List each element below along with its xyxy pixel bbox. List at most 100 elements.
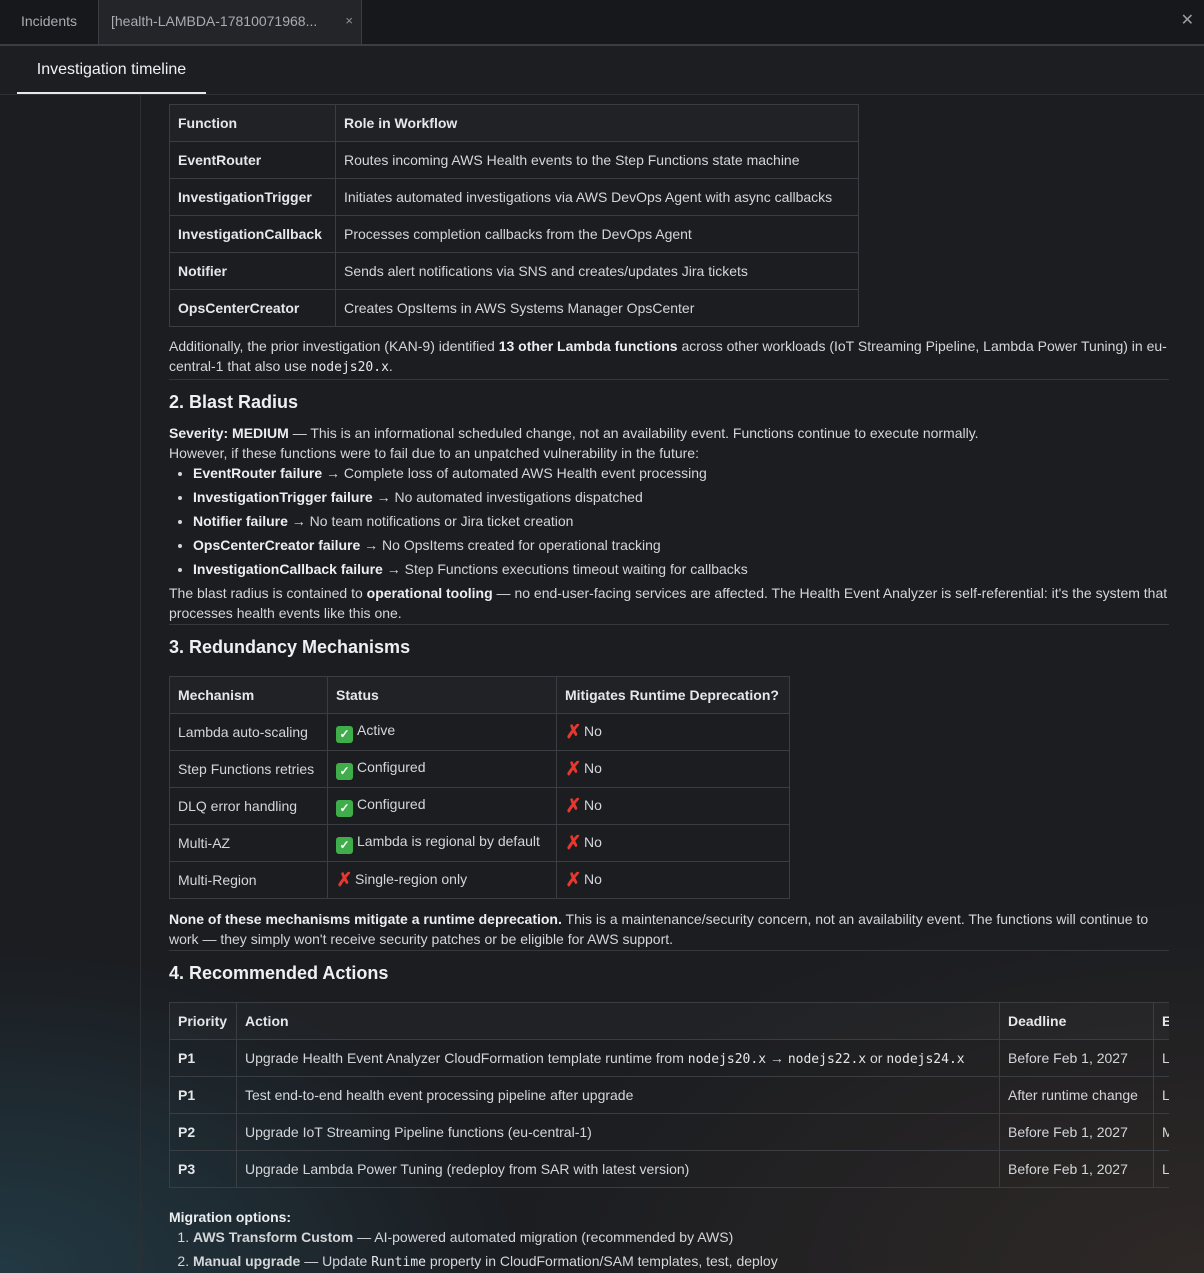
inline-code: Runtime: [371, 1255, 426, 1270]
close-panel-icon[interactable]: ✕: [1181, 0, 1194, 42]
tab-incidents-label: Incidents: [20, 13, 78, 29]
function-role: Routes incoming AWS Health events to the…: [335, 141, 859, 179]
failure-impact: → No automated investigations dispatched: [372, 489, 643, 505]
mitigates-cell: ✗ No: [556, 787, 790, 825]
cross-icon: ✗: [565, 759, 582, 780]
cross-icon: ✗: [565, 833, 582, 854]
mechanism-cell: Lambda auto-scaling: [169, 713, 328, 751]
cross-icon: ✗: [336, 870, 353, 891]
table-row: P3 Upgrade Lambda Power Tuning (redeploy …: [169, 1150, 1169, 1188]
table-row: OpsCenterCreator Creates OpsItems in AWS …: [169, 289, 859, 327]
column-header: Priority: [169, 1002, 237, 1040]
mitigates-text: No: [584, 834, 602, 850]
action-text: Upgrade IoT Streaming Pipeline functions…: [245, 1124, 592, 1140]
sub-tab-bar: Investigation timeline: [0, 46, 1204, 95]
function-role: Processes completion callbacks from the …: [335, 215, 859, 253]
mitigates-cell: ✗ No: [556, 713, 790, 751]
table-row: Multi-AZ ✓ Lambda is regional by default ✗ N…: [169, 824, 790, 862]
close-icon[interactable]: ×: [345, 0, 353, 42]
blast-contained-note: The blast radius is contained to operati…: [169, 583, 1169, 623]
tab-investigation-timeline[interactable]: Investigation timeline: [17, 46, 206, 94]
failure-impact: → Step Functions executions timeout wait…: [382, 561, 748, 577]
check-icon: ✓: [336, 762, 353, 780]
severity-label: Severity: MEDIUM: [169, 425, 289, 441]
table-row: InvestigationTrigger Initiates automated …: [169, 178, 859, 216]
action-text: Test end-to-end health event processing …: [245, 1087, 634, 1103]
list-item: AWS Transform Custom — AI-powered automa…: [193, 1227, 1169, 1247]
mitigates-text: No: [584, 760, 602, 776]
tab-incident-detail-label: [health-LAMBDA-17810071968...: [111, 13, 318, 29]
divider: [169, 379, 1169, 380]
table-row: Step Functions retries ✓ Configured ✗ No: [169, 750, 790, 788]
function-name: InvestigationTrigger: [169, 178, 336, 216]
redundancy-table: Mechanism Status Mitigates Runtime Depre…: [169, 676, 790, 899]
function-name: InvestigationCallback: [169, 215, 336, 253]
list-item: Manual upgrade — Update Runtime property…: [193, 1251, 1169, 1273]
migration-label-text: Migration options:: [169, 1209, 292, 1225]
failure-impact: → No team notifications or Jira ticket c…: [287, 513, 574, 529]
redundancy-note: None of these mechanisms mitigate a runt…: [169, 909, 1169, 949]
note-bold: 13 other Lambda functions: [498, 338, 678, 354]
list-item: InvestigationTrigger failure → No automa…: [193, 487, 1169, 507]
tab-incidents[interactable]: Incidents: [0, 0, 98, 44]
table-row: P1 Test end-to-end health event processin…: [169, 1076, 1169, 1114]
function-name: OpsCenterCreator: [169, 289, 336, 327]
inline-code: nodejs20.x: [310, 360, 389, 375]
status-text: Configured: [357, 795, 426, 812]
table-row: P2 Upgrade IoT Streaming Pipeline functio…: [169, 1113, 1169, 1151]
section-heading-blast-radius: 2. Blast Radius: [169, 392, 299, 412]
column-header: Role in Workflow: [335, 104, 859, 142]
column-header: Mitigates Runtime Deprecation?: [556, 676, 790, 714]
status-cell: ✓ Configured: [327, 787, 557, 825]
function-name: EventRouter: [169, 141, 336, 179]
list-item: Notifier failure → No team notifications…: [193, 511, 1169, 531]
failure-list: EventRouter failure → Complete loss of a…: [169, 463, 1169, 579]
check-icon: ✓: [336, 799, 353, 817]
table-row: P1 Upgrade Health Event Analyzer CloudFor…: [169, 1039, 1169, 1077]
left-panel: [0, 95, 141, 1273]
table-row: DLQ error handling ✓ Configured ✗ No: [169, 787, 790, 825]
report-content[interactable]: Function Role in Workflow EventRouter Rou…: [169, 104, 1169, 1273]
status-text: Active: [357, 721, 396, 738]
table-row: InvestigationCallback Processes completio…: [169, 215, 859, 253]
option-title: AWS Transform Custom: [193, 1229, 354, 1245]
option-text: — Update: [300, 1253, 372, 1269]
function-role: Sends alert notifications via SNS and cr…: [335, 252, 859, 290]
tab-incident-detail[interactable]: [health-LAMBDA-17810071968... ×: [98, 0, 362, 44]
status-cell: ✓ Active: [327, 713, 557, 751]
failure-impact: → No OpsItems created for operational tr…: [360, 537, 661, 553]
cross-icon: ✗: [565, 722, 582, 743]
status-cell: ✗ Single-region only: [327, 861, 557, 899]
action-text: Upgrade Lambda Power Tuning (redeploy fr…: [245, 1161, 690, 1177]
mechanism-cell: DLQ error handling: [169, 787, 328, 825]
failure-title: InvestigationCallback failure: [193, 561, 383, 577]
divider: [169, 624, 1169, 625]
mitigates-text: No: [584, 723, 602, 739]
inline-code: nodejs24.x: [886, 1051, 965, 1067]
failure-title: InvestigationTrigger failure: [193, 489, 373, 505]
priority-cell: P1: [169, 1076, 237, 1114]
deadline-cell: Before Feb 1, 2027: [999, 1039, 1154, 1077]
section-heading-recommended-actions: 4. Recommended Actions: [169, 963, 389, 983]
deadline-cell: After runtime change: [999, 1076, 1154, 1114]
list-item: InvestigationCallback failure → Step Fun…: [193, 559, 1169, 579]
status-cell: ✓ Lambda is regional by default: [327, 824, 557, 862]
additional-note: Additionally, the prior investigation (K…: [169, 336, 1169, 378]
table-header-row: Priority Action Deadline E: [169, 1002, 1169, 1040]
column-header: Deadline: [999, 1002, 1154, 1040]
column-header: Status: [327, 676, 557, 714]
action-cell: Upgrade Health Event Analyzer CloudForma…: [236, 1039, 1000, 1077]
effort-cell: L: [1153, 1076, 1169, 1114]
function-role: Initiates automated investigations via A…: [335, 178, 859, 216]
note-bold: operational tooling: [366, 585, 493, 601]
check-icon: ✓: [336, 725, 353, 743]
table-header-row: Mechanism Status Mitigates Runtime Depre…: [169, 676, 790, 714]
deadline-cell: Before Feb 1, 2027: [999, 1150, 1154, 1188]
table-row: Multi-Region ✗ Single-region only ✗ No: [169, 861, 790, 899]
status-text: Single-region only: [355, 871, 468, 887]
table-row: EventRouter Routes incoming AWS Health ev…: [169, 141, 859, 179]
column-header: Function: [169, 104, 336, 142]
list-item: EventRouter failure → Complete loss of a…: [193, 463, 1169, 483]
failure-title: OpsCenterCreator failure: [193, 537, 361, 553]
divider: [169, 950, 1169, 951]
